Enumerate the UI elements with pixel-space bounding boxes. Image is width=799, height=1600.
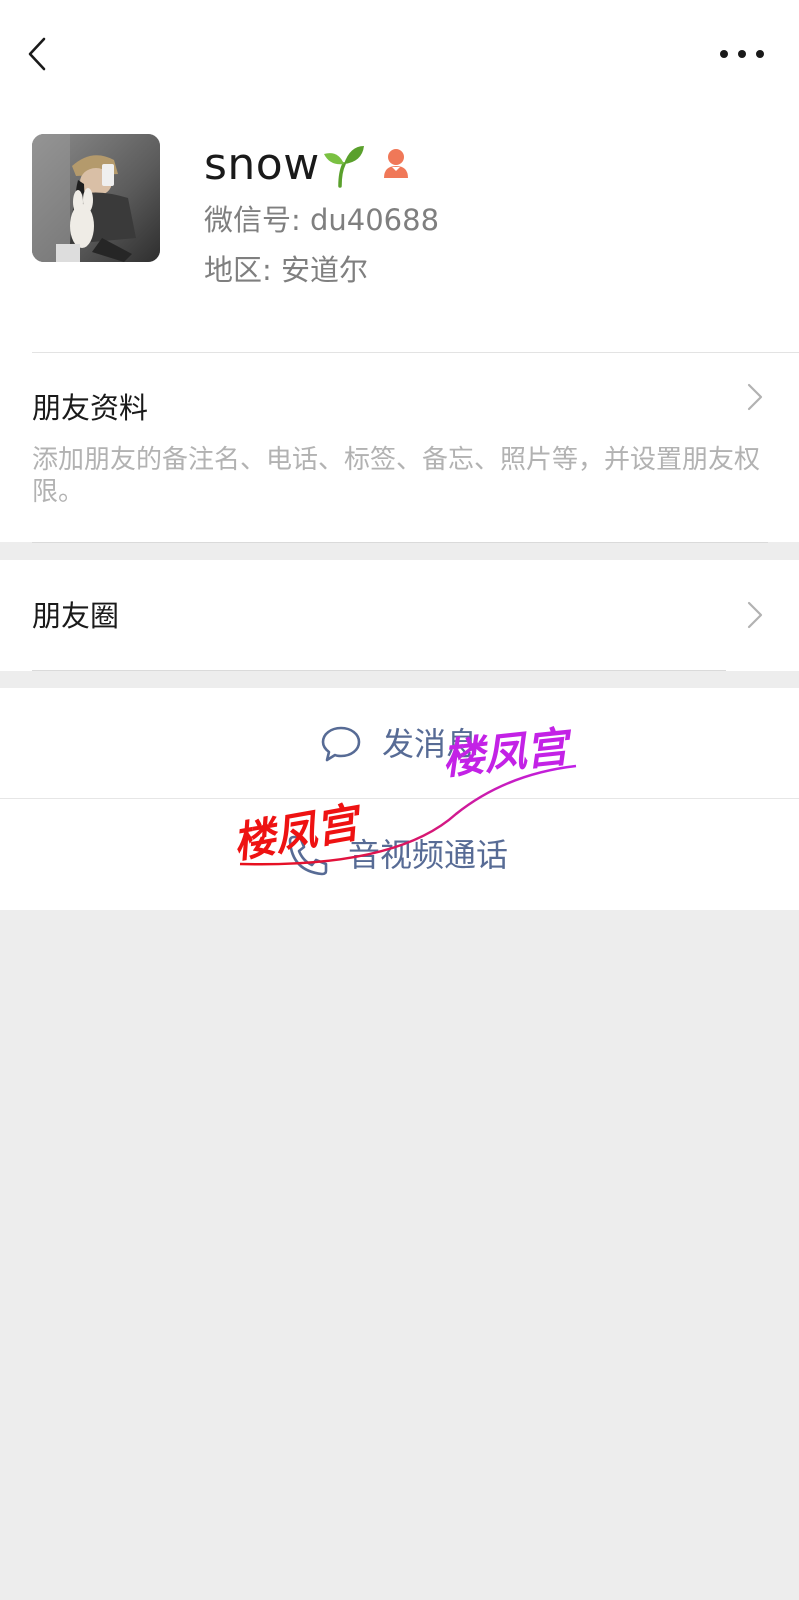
chat-bubble-icon [321, 726, 361, 762]
divider [32, 352, 799, 353]
avatar[interactable] [32, 134, 160, 262]
send-message-button[interactable]: 发消息 [0, 688, 799, 799]
video-call-content: 音视频通话 [286, 833, 508, 877]
chevron-right-icon [747, 601, 763, 629]
back-button[interactable] [24, 34, 56, 74]
nickname: snow [204, 140, 412, 190]
region: 地区: 安道尔 [204, 253, 368, 287]
chevron-right-icon [747, 383, 763, 411]
avatar-photo [32, 134, 160, 262]
phone-icon [288, 835, 328, 876]
profile-header-section: snow 微信号: du40688 地区: 安道尔 朋友资料 添加朋友的备注名、… [0, 0, 799, 543]
sprout-icon [323, 146, 364, 188]
more-dots-icon [720, 50, 764, 58]
moments-row[interactable]: 朋友圈 [0, 560, 799, 671]
friend-info-title[interactable]: 朋友资料 [32, 388, 148, 428]
video-call-button[interactable]: 音视频通话 [0, 799, 799, 910]
more-button[interactable] [718, 44, 766, 64]
chevron-left-icon [28, 37, 46, 71]
wechat-id: 微信号: du40688 [204, 203, 440, 237]
friend-info-description: 添加朋友的备注名、电话、标签、备忘、照片等，并设置朋友权限。 [32, 445, 761, 507]
video-call-label: 音视频通话 [348, 836, 509, 874]
divider [32, 542, 768, 543]
nickname-text: snow [204, 139, 320, 190]
female-icon [383, 149, 408, 178]
divider [32, 670, 726, 671]
send-message-content: 发消息 [320, 722, 478, 766]
send-message-label: 发消息 [382, 725, 479, 763]
moments-label: 朋友圈 [32, 599, 120, 633]
